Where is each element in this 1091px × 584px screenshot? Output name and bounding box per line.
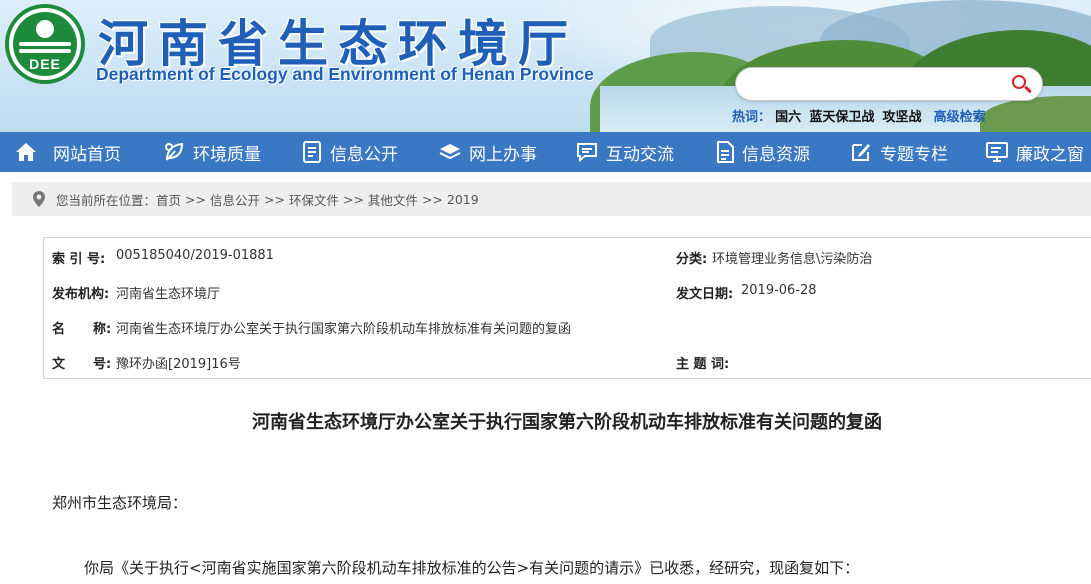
publisher-label: 发布机构: [52,287,110,302]
breadcrumb-prefix: 您当前所在位置： [56,192,157,208]
nav-item-label: 环境质量 [193,144,261,165]
nav-item-label: 网上办事 [469,144,537,165]
site-subtitle: Department of Ecology and Environment of… [96,64,594,84]
search-icon[interactable] [1010,74,1032,96]
chat-icon [577,143,597,163]
index-label: 索 引 号: [52,252,106,267]
docno-value: 豫环办函[2019]16号 [116,357,241,372]
article-title: 河南省生态环境厅办公室关于执行国家第六阶段机动车排放标准有关问题的复函 [252,412,882,433]
location-pin-icon [33,191,45,207]
hot-word-link[interactable]: 国六 [775,110,801,125]
category-label: 分类: [676,252,708,267]
breadcrumb-item[interactable]: 2019 [447,192,479,207]
name-label: 名 [52,322,66,337]
nav-item-label: 网站首页 [53,144,121,165]
breadcrumb-separator: >> [421,191,443,207]
nav-item-label: 信息资源 [742,144,810,165]
breadcrumb-item[interactable]: 首页 [156,190,181,209]
breadcrumb: 您当前所在位置： 首页 >> 信息公开 >> 环保文件 >> 其他文件 >> 2… [12,182,1091,216]
article-paragraph: 你局《关于执行<河南省实施国家第六阶段机动车排放标准的公告>有关问题的请示》已收… [84,559,860,577]
nav-item-label: 廉政之窗 [1016,144,1084,165]
nav-item-online-services[interactable]: 网上办事 [439,132,537,172]
nav-item-label: 专题专栏 [880,144,948,165]
docno-label: 号: [93,357,112,372]
date-label: 发文日期: [676,287,734,302]
main-nav: 网站首页 环境质量 信息公开 网上办事 互动交流 信息资源 专题专栏 廉政之窗 [0,132,1091,172]
meta-row: 文 号: 豫环办函[2019]16号 主 题 词: [44,343,1091,378]
document-icon [303,141,321,163]
publisher-value: 河南省生态环境厅 [116,287,221,302]
document-meta-table: 索 引 号: 005185040/2019-01881 分类: 环境管理业务信息… [43,237,1091,379]
docno-label: 文 [52,357,66,372]
nav-item-info-resources[interactable]: 信息资源 [716,132,810,172]
hot-word-link[interactable]: 蓝天保卫战 [809,110,874,125]
breadcrumb-separator: >> [264,191,285,207]
hot-words-label: 热词： [732,110,772,125]
meta-row: 索 引 号: 005185040/2019-01881 分类: 环境管理业务信息… [44,238,1091,273]
layers-icon [439,144,461,160]
hot-words: 热词： 国六 蓝天保卫战 攻坚战 高级检索 [732,106,986,125]
nav-item-label: 互动交流 [606,144,674,165]
date-value: 2019-06-28 [741,283,817,298]
breadcrumb-separator: >> [342,191,364,207]
site-header: DEE 河南省生态环境厅 Department of Ecology and E… [0,0,1091,132]
breadcrumb-item[interactable]: 环保文件 [289,190,339,209]
file-icon [717,141,734,163]
breadcrumb-separator: >> [185,191,206,207]
keyword-label: 主 题 词: [676,357,730,372]
category-value: 环境管理业务信息\污染防治 [712,252,873,267]
name-label: 称: [93,322,112,337]
hot-word-link[interactable]: 攻坚战 [882,110,921,125]
nav-item-environment-quality[interactable]: 环境质量 [163,132,261,172]
meta-row: 名 称: 河南省生态环境厅办公室关于执行国家第六阶段机动车排放标准有关问题的复函 [44,308,1091,343]
nav-item-home[interactable]: 网站首页 [15,132,121,172]
advanced-search-link[interactable]: 高级检索 [934,110,986,125]
site-logo[interactable]: DEE [5,4,85,84]
logo-text: DEE [29,56,61,72]
nav-item-integrity-window[interactable]: 廉政之窗 [986,132,1084,172]
meta-row: 发布机构: 河南省生态环境厅 发文日期: 2019-06-28 [44,273,1091,308]
search-box [735,67,1043,101]
breadcrumb-item[interactable]: 其他文件 [368,190,418,209]
monitor-icon [986,142,1008,162]
nav-item-info-disclosure[interactable]: 信息公开 [302,132,398,172]
search-input[interactable] [750,74,1000,96]
nav-item-interaction[interactable]: 互动交流 [576,132,674,172]
breadcrumb-item[interactable]: 信息公开 [210,190,260,209]
index-value: 005185040/2019-01881 [116,248,274,263]
nav-item-special-topics[interactable]: 专题专栏 [850,132,948,172]
edit-icon [852,144,870,161]
leaf-icon [165,142,184,161]
name-value: 河南省生态环境厅办公室关于执行国家第六阶段机动车排放标准有关问题的复函 [116,322,572,337]
article-salutation: 郑州市生态环境局： [52,494,188,512]
nav-item-label: 信息公开 [330,144,398,165]
home-icon [16,143,36,161]
